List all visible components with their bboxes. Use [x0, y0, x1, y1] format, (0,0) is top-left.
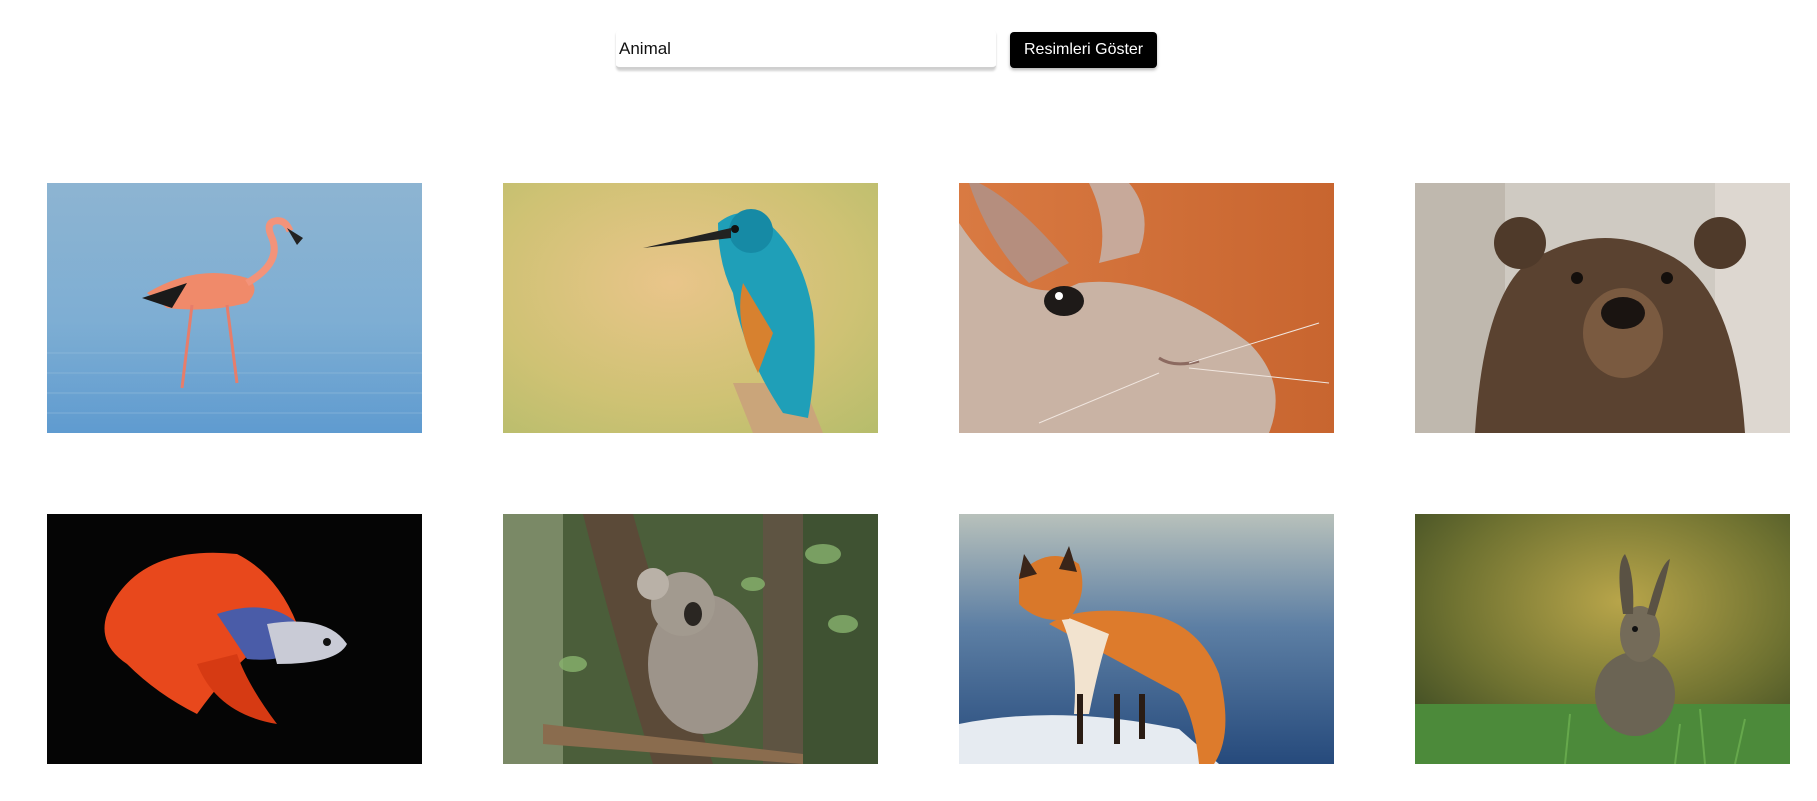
flamingo-image[interactable]: [47, 183, 422, 433]
rabbit-closeup-image[interactable]: [959, 183, 1334, 433]
search-bar: Resimleri Göster: [616, 30, 1158, 69]
show-images-button[interactable]: Resimleri Göster: [1010, 31, 1158, 68]
search-input[interactable]: [616, 30, 996, 69]
brown-bear-image[interactable]: [1415, 183, 1790, 433]
image-gallery: [47, 183, 1790, 764]
kingfisher-image[interactable]: [503, 183, 878, 433]
koala-image[interactable]: [503, 514, 878, 764]
betta-fish-image[interactable]: [47, 514, 422, 764]
red-fox-image[interactable]: [959, 514, 1334, 764]
wild-rabbit-image[interactable]: [1415, 514, 1790, 764]
